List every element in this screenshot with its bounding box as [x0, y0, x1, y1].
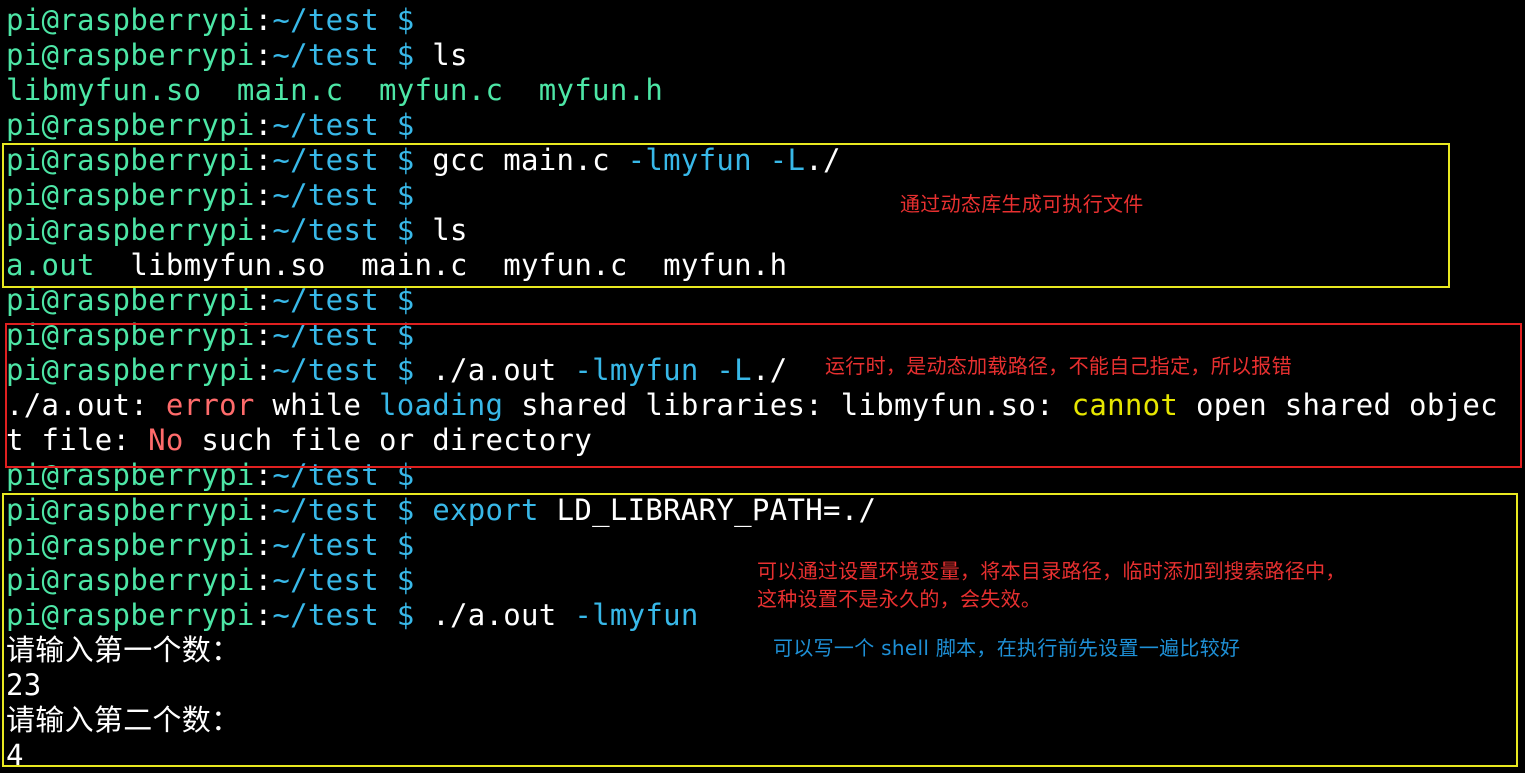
annotation-note: 这种设置不是永久的，会失效。: [757, 587, 1042, 611]
terminal-line: pi@raspberrypi:~/test $ ls: [6, 38, 468, 73]
prompt-path: ~/test $: [272, 3, 415, 37]
prompt-path: ~/test $: [272, 108, 415, 142]
prompt-path: ~/test $: [272, 38, 415, 72]
prompt-separator: :: [254, 38, 273, 72]
terminal-line: pi@raspberrypi:~/test $: [6, 108, 414, 143]
annotation-note: 可以通过设置环境变量，将本目录路径，临时添加到搜索路径中，: [757, 559, 1346, 583]
highlight-box-export: [2, 493, 1518, 767]
prompt-separator: :: [254, 283, 273, 317]
annotation-note: 通过动态库生成可执行文件: [900, 192, 1144, 216]
command-text: ls: [414, 38, 468, 72]
terminal-window[interactable]: pi@raspberrypi:~/test $ pi@raspberrypi:~…: [0, 0, 1525, 772]
prompt-user-host: pi@raspberrypi: [6, 283, 255, 317]
terminal-output: libmyfun.so main.c myfun.c myfun.h: [6, 73, 664, 107]
terminal-line: pi@raspberrypi:~/test $: [6, 3, 414, 38]
terminal-line: pi@raspberrypi:~/test $: [6, 283, 414, 318]
prompt-path: ~/test $: [272, 283, 415, 317]
annotation-note: 可以写一个 shell 脚本，在执行前先设置一遍比较好: [773, 636, 1241, 660]
prompt-separator: :: [254, 108, 273, 142]
annotation-note: 运行时，是动态加载路径，不能自己指定，所以报错: [825, 354, 1292, 378]
prompt-user-host: pi@raspberrypi: [6, 38, 255, 72]
highlight-box-error: [5, 323, 1522, 468]
prompt-user-host: pi@raspberrypi: [6, 108, 255, 142]
prompt-separator: :: [254, 3, 273, 37]
prompt-user-host: pi@raspberrypi: [6, 3, 255, 37]
highlight-box-compile: [2, 143, 1450, 288]
